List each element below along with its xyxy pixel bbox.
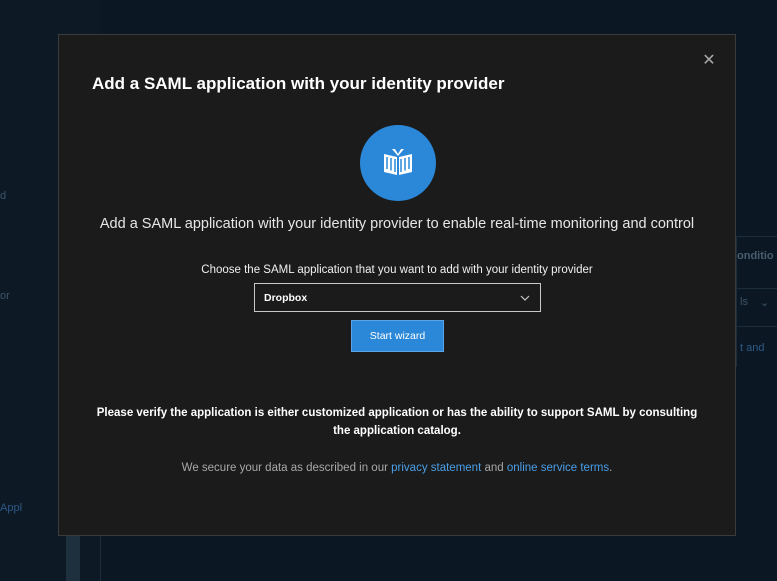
background-fragment: d — [0, 190, 7, 202]
background-column-header: onditio — [737, 250, 774, 262]
background-link-fragment: t and — [740, 342, 765, 354]
dialog-title: Add a SAML application with your identit… — [92, 74, 505, 93]
background-divider — [100, 536, 101, 581]
privacy-statement-link[interactable]: privacy statement — [391, 462, 481, 474]
chevron-down-icon — [519, 292, 531, 304]
close-icon: ✕ — [702, 52, 716, 69]
background-fragment: or — [0, 290, 10, 302]
background-divider — [736, 288, 777, 289]
footer-prefix: We secure your data as described in our — [181, 462, 392, 474]
saml-app-dropdown[interactable]: Dropbox — [254, 283, 541, 312]
background-chevron-icon: ⌄ — [760, 297, 770, 309]
app-select-label: Choose the SAML application that you wan… — [201, 264, 593, 276]
open-book-icon — [360, 125, 436, 201]
background-scrollbar — [66, 535, 80, 581]
start-wizard-button[interactable]: Start wizard — [351, 320, 444, 352]
close-button[interactable]: ✕ — [699, 51, 719, 71]
background-divider — [736, 326, 777, 327]
saml-app-dialog: ✕ Add a SAML application with your ident… — [58, 34, 736, 536]
footer-and: and — [481, 462, 507, 474]
verify-note: Please verify the application is either … — [96, 407, 698, 437]
online-service-terms-link[interactable]: online service terms — [507, 462, 609, 474]
privacy-footer: We secure your data as described in our … — [59, 462, 735, 474]
footer-suffix: . — [609, 462, 613, 474]
dropdown-selected-value: Dropbox — [264, 291, 308, 304]
dialog-description: Add a SAML application with your identit… — [99, 216, 695, 232]
background-link-fragment: Appl — [0, 502, 23, 514]
background-fragment: ls — [740, 296, 748, 308]
